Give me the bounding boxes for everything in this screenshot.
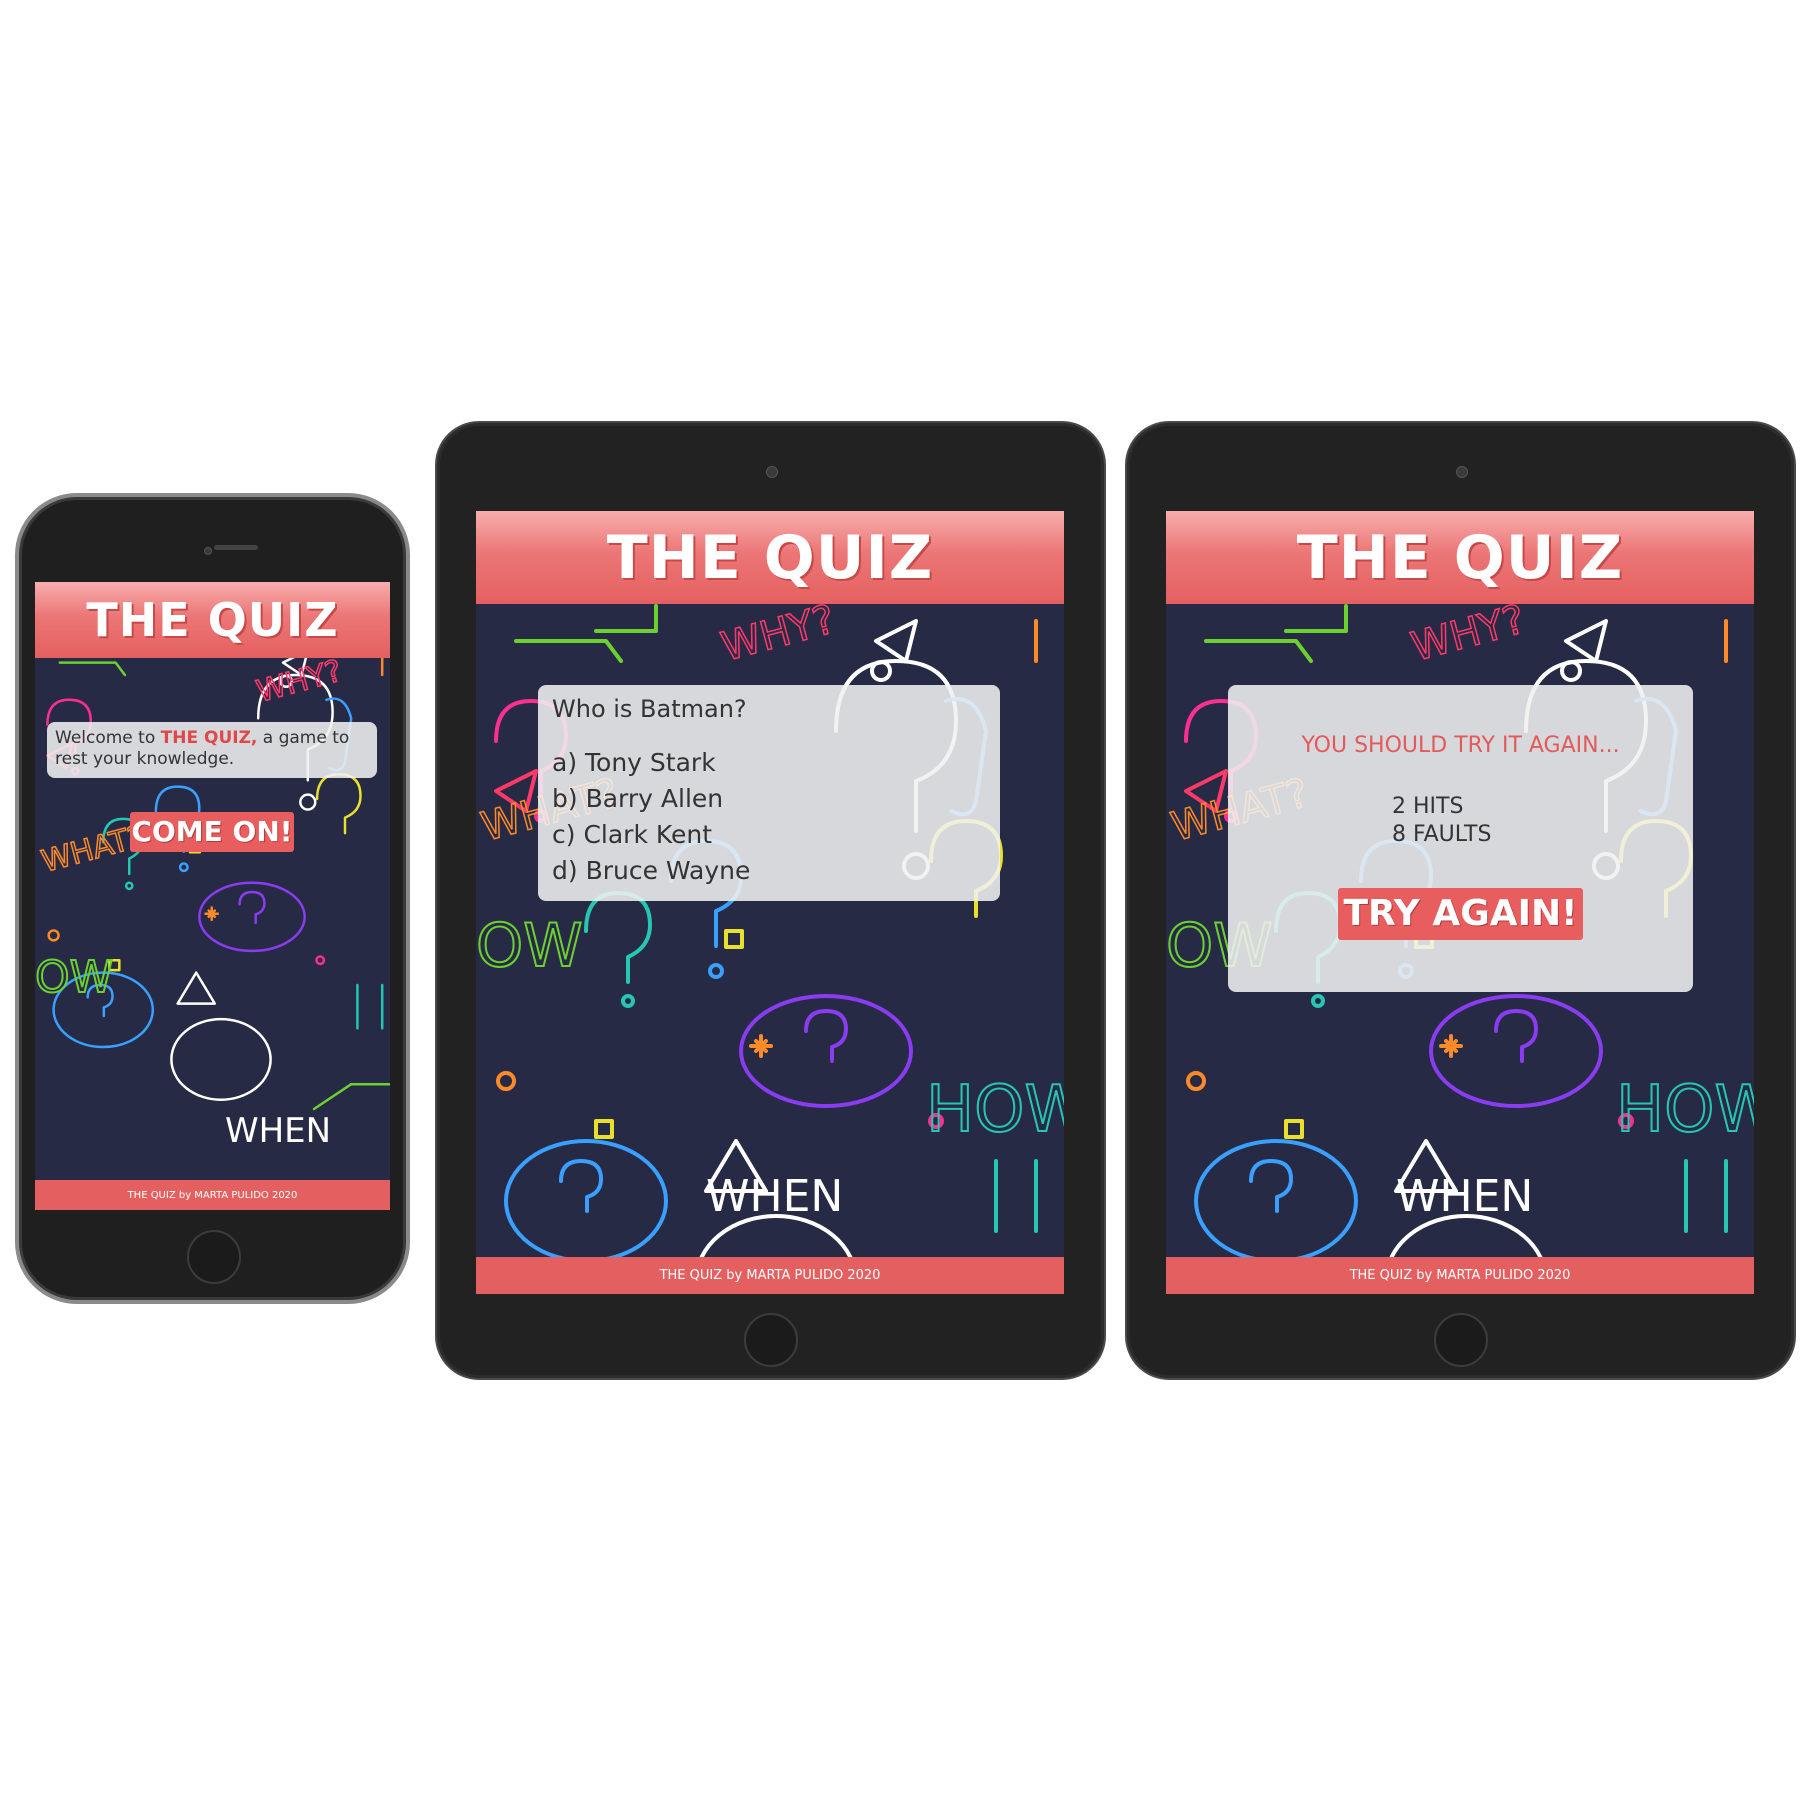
result-panel: YOU SHOULD TRY IT AGAIN... 2 HITS 8 FAUL… — [1228, 685, 1693, 992]
home-button[interactable] — [744, 1313, 798, 1367]
welcome-highlight: THE QUIZ, — [160, 728, 258, 748]
try-again-button[interactable]: TRY AGAIN! — [1338, 888, 1583, 940]
app-footer: THE QUIZ by MARTA PULIDO 2020 — [476, 1257, 1064, 1294]
answer-option-d[interactable]: d) Bruce Wayne — [552, 853, 986, 889]
phone-screen: WHY? WHAT? OW WHEN THE QUIZ Welcome to T… — [35, 582, 390, 1210]
home-button[interactable] — [187, 1230, 241, 1284]
earpiece-speaker — [214, 545, 258, 550]
welcome-prefix: Welcome to — [55, 728, 156, 748]
tablet-question-device: WHY? WHAT? OW HOW WHEN THE QUIZ Who is B… — [437, 423, 1104, 1378]
app-title: THE QUIZ — [606, 522, 934, 593]
app-title: THE QUIZ — [1296, 522, 1624, 593]
result-stats: 2 HITS 8 FAULTS — [1392, 793, 1491, 849]
tablet-question-screen: WHY? WHAT? OW HOW WHEN THE QUIZ Who is B… — [476, 511, 1064, 1294]
hits-count: 2 HITS — [1392, 794, 1464, 819]
when-doodle: WHEN — [1396, 1171, 1533, 1222]
why-doodle: WHY? — [1407, 596, 1530, 670]
tablet-result-device: WHY? WHAT? OW HOW WHEN THE QUIZ YOU SHOU… — [1127, 423, 1794, 1378]
faults-count: 8 FAULTS — [1392, 822, 1492, 847]
app-header: THE QUIZ — [1166, 511, 1754, 604]
when-doodle: WHEN — [225, 1111, 331, 1151]
home-button[interactable] — [1434, 1313, 1488, 1367]
app-title: THE QUIZ — [86, 593, 339, 647]
result-message: YOU SHOULD TRY IT AGAIN... — [1301, 733, 1620, 758]
welcome-panel: Welcome to THE QUIZ, a game to rest your… — [47, 722, 377, 778]
front-camera — [1456, 466, 1468, 478]
answer-option-b[interactable]: b) Barry Allen — [552, 781, 986, 817]
question-panel: Who is Batman? a) Tony Stark b) Barry Al… — [538, 685, 1000, 901]
ow-doodle: OW — [476, 911, 583, 981]
phone-device: WHY? WHAT? OW WHEN THE QUIZ Welcome to T… — [15, 493, 410, 1304]
why-doodle: WHY? — [717, 596, 840, 670]
answer-option-a[interactable]: a) Tony Stark — [552, 745, 986, 781]
app-header: THE QUIZ — [476, 511, 1064, 604]
how-doodle: HOW — [1616, 1073, 1754, 1147]
how-doodle: HOW — [926, 1073, 1064, 1147]
app-footer: THE QUIZ by MARTA PULIDO 2020 — [35, 1180, 390, 1210]
question-text: Who is Batman? — [552, 695, 747, 723]
app-footer: THE QUIZ by MARTA PULIDO 2020 — [1166, 1257, 1754, 1294]
front-camera — [204, 547, 212, 555]
front-camera — [766, 466, 778, 478]
how-doodle: OW — [35, 952, 113, 1003]
doodle-background: WHY? WHAT? OW HOW WHEN — [476, 596, 1064, 1294]
doodle-background: WHY? WHAT? OW WHEN — [35, 639, 390, 1151]
app-header: THE QUIZ — [35, 582, 390, 658]
tablet-result-screen: WHY? WHAT? OW HOW WHEN THE QUIZ YOU SHOU… — [1166, 511, 1754, 1294]
come-on-button[interactable]: COME ON! — [130, 812, 294, 852]
answer-option-c[interactable]: c) Clark Kent — [552, 817, 986, 853]
when-doodle: WHEN — [706, 1171, 843, 1222]
